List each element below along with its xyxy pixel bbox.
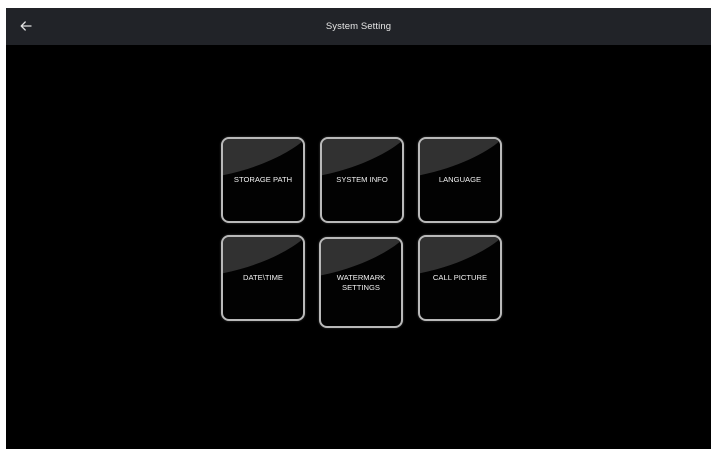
system-info-button[interactable]: SYSTEM INFO bbox=[320, 137, 404, 223]
date-time-button[interactable]: DATE\TIME bbox=[221, 235, 305, 321]
tile-label: SYSTEM INFO bbox=[336, 175, 388, 184]
system-setting-screen: System Setting STORAGE PATH SYSTEM INFO … bbox=[6, 8, 711, 449]
call-picture-button[interactable]: CALL PICTURE bbox=[418, 235, 502, 321]
tile-label: CALL PICTURE bbox=[432, 273, 488, 282]
tile-label: STORAGE PATH bbox=[233, 175, 293, 184]
back-button[interactable] bbox=[12, 12, 40, 40]
storage-path-button[interactable]: STORAGE PATH bbox=[221, 137, 305, 223]
tile-label: WATERMARK SETTINGS bbox=[336, 272, 386, 292]
page-title: System Setting bbox=[325, 21, 392, 32]
tile-label: LANGUAGE bbox=[438, 175, 482, 184]
tile-label: DATE\TIME bbox=[243, 273, 283, 282]
arrow-left-icon bbox=[20, 21, 32, 31]
watermark-settings-button[interactable]: WATERMARK SETTINGS bbox=[319, 237, 403, 328]
title-bar: System Setting bbox=[6, 8, 711, 45]
language-button[interactable]: LANGUAGE bbox=[418, 137, 502, 223]
